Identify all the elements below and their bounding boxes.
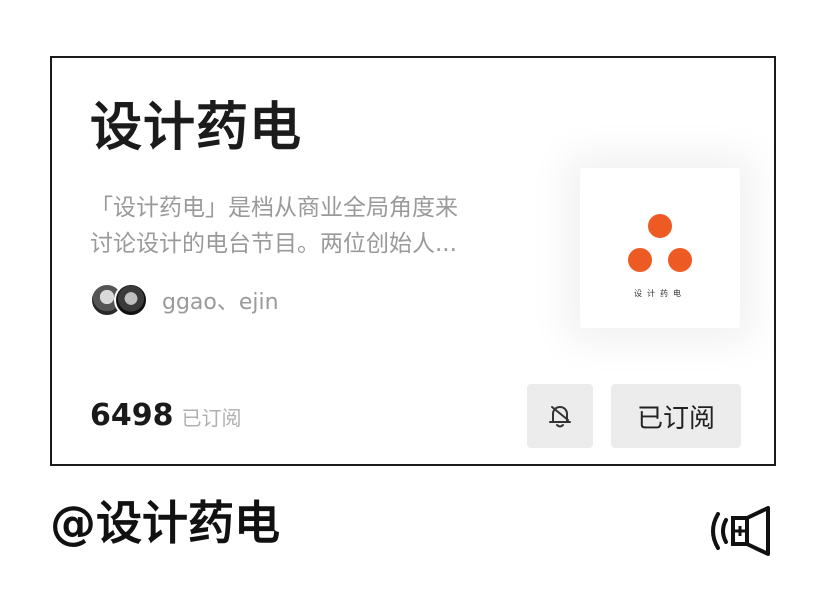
description-line-1: 「设计药电」是档从商业全局角度来 <box>90 195 458 221</box>
podcast-card[interactable]: 设计药电 「设计药电」是档从商业全局角度来 讨论设计的电台节目。两位创始人...… <box>50 56 776 466</box>
cover-dot-top <box>648 214 672 238</box>
cover-label: 设计药电 <box>634 289 686 298</box>
subscriber-label: 已订阅 <box>181 406 242 430</box>
podcast-title: 设计药电 <box>90 98 303 158</box>
notification-button[interactable] <box>527 384 593 448</box>
podcast-description: 「设计药电」是档从商业全局角度来 讨论设计的电台节目。两位创始人... <box>90 190 520 262</box>
cover-dot-right <box>668 248 692 272</box>
host-avatar-2[interactable] <box>114 283 148 317</box>
bell-icon <box>549 406 571 428</box>
speaker-sound-icon[interactable] <box>708 504 778 558</box>
description-line-2: 讨论设计的电台节目。两位创始人... <box>90 231 457 257</box>
cover-dot-left <box>628 248 652 272</box>
channel-handle: @设计药电 <box>50 496 280 550</box>
podcast-cover[interactable]: 设计药电 <box>580 168 740 328</box>
subscriber-stats: 6498 已订阅 <box>90 398 242 433</box>
subscribe-button[interactable]: 已订阅 <box>611 384 741 448</box>
host-names[interactable]: ggao、ejin <box>162 284 279 316</box>
hosts-row: ggao、ejin <box>90 280 279 320</box>
subscriber-count: 6498 <box>90 398 174 433</box>
